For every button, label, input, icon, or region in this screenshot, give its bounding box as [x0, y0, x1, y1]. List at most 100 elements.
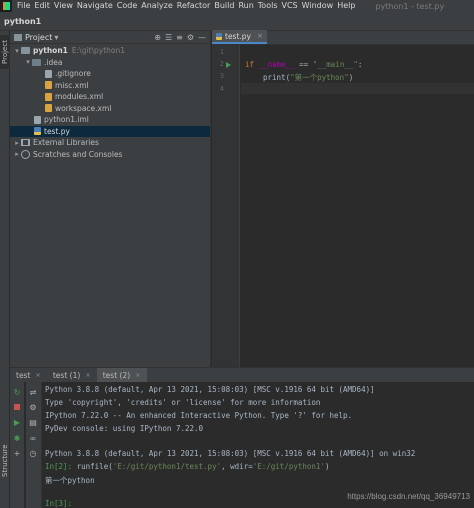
console-string: 'E:/git/python1/test.py' [112, 462, 222, 471]
xml-file-icon [45, 92, 52, 101]
menu-vcs[interactable]: VCS [280, 0, 300, 12]
tree-item-label: misc.xml [55, 80, 89, 90]
console-line: Python 3.8.8 (default, Apr 13 2021, 15:0… [45, 449, 416, 458]
console-code: , wdir= [221, 462, 253, 471]
project-tool-tab[interactable]: Project [0, 35, 10, 69]
console-tab-test-1[interactable]: test (1) × [47, 368, 97, 383]
tree-item-label: python1 [33, 46, 68, 56]
tree-item-modules-xml[interactable]: modules.xml [10, 91, 210, 103]
code-punct: ) [348, 73, 354, 82]
tree-item-label: workspace.xml [55, 103, 112, 113]
project-view-selector[interactable]: Project [25, 33, 52, 42]
locate-file-icon[interactable]: ⊕ [154, 33, 161, 42]
code-editor: test.py × 1 2 3 4 if __name__ == "__main… [212, 30, 474, 367]
run-gutter-icon[interactable] [226, 62, 231, 68]
project-tree: ▾ python1 E:\git\python1 ▾ .idea .gitign… [10, 44, 210, 160]
console-code: ) [324, 462, 330, 471]
code-keyword: if [245, 60, 255, 69]
tree-item-scratches[interactable]: ▸ Scratches and Consoles [10, 149, 210, 161]
line-number: 1 [219, 48, 224, 56]
menu-build[interactable]: Build [212, 0, 236, 12]
console-code: runfile( [72, 462, 113, 471]
code-punct: : [357, 60, 363, 69]
pycharm-logo-icon [0, 0, 12, 12]
chevron-down-icon[interactable]: ▾ [24, 58, 32, 66]
console-tab-test-2[interactable]: test (2) × [96, 367, 147, 383]
menu-view[interactable]: View [52, 0, 75, 12]
tree-item-label: .idea [44, 57, 63, 67]
close-icon[interactable]: × [85, 371, 90, 379]
tree-item-label: modules.xml [55, 92, 104, 102]
chevron-down-icon[interactable]: ▾ [13, 47, 21, 55]
left-tool-strip: Project Structure [0, 31, 10, 508]
tree-item-test-py[interactable]: test.py [10, 125, 210, 137]
line-number: 3 [219, 72, 224, 80]
scratches-icon [21, 149, 30, 159]
tree-item-label: Scratches and Consoles [33, 149, 123, 159]
rerun-icon[interactable]: ↻ [13, 388, 21, 397]
console-tab-test[interactable]: test × [10, 368, 47, 383]
execute-icon[interactable]: ▶ [13, 418, 21, 427]
tree-item-python1[interactable]: ▾ python1 E:\git\python1 [10, 45, 210, 57]
gear-icon[interactable]: ⚙ [187, 33, 194, 42]
navigation-bar: python1 [0, 12, 474, 31]
menu-analyze[interactable]: Analyze [139, 0, 175, 12]
tree-item-external-libraries[interactable]: ▸ External Libraries [10, 137, 210, 149]
editor-tab-label: test.py [225, 31, 251, 41]
console-tab-bar: test × test (1) × test (2) × [10, 367, 474, 383]
console-line: Python 3.8.8 (default, Apr 13 2021, 15:0… [45, 385, 375, 394]
editor-tab-test-py[interactable]: test.py × [212, 30, 267, 44]
tree-item-label: test.py [44, 126, 70, 136]
collapse-all-icon[interactable]: ≡ [176, 33, 183, 42]
soft-wrap-icon[interactable]: ⇌ [29, 388, 37, 397]
project-view-icon [14, 33, 22, 41]
menu-help[interactable]: Help [335, 0, 357, 12]
watch-icon[interactable]: ∞ [29, 434, 37, 443]
menu-code[interactable]: Code [115, 0, 139, 12]
menu-window[interactable]: Window [300, 0, 336, 12]
tree-item-idea[interactable]: ▾ .idea [10, 57, 210, 69]
code-function: print [263, 73, 286, 82]
menu-edit[interactable]: Edit [32, 0, 52, 12]
folder-icon [32, 58, 41, 66]
tree-item-label: python1.iml [44, 115, 89, 125]
code-line-2: if __name__ == "__main__": [245, 60, 362, 69]
editor-gutter: 1 2 3 4 [212, 45, 240, 367]
tree-item-gitignore[interactable]: .gitignore [10, 68, 210, 80]
structure-tool-tab[interactable]: Structure [0, 441, 10, 481]
variables-icon[interactable]: ▤ [29, 418, 37, 427]
menu-file[interactable]: File [15, 0, 32, 12]
close-icon[interactable]: × [135, 371, 140, 379]
console-toolbar-primary: ↻ ▶ ✱ + [10, 382, 24, 508]
settings-icon[interactable]: ⚙ [29, 403, 37, 412]
iml-file-icon [34, 115, 41, 124]
history-icon[interactable]: ◷ [29, 449, 37, 458]
debug-icon[interactable]: ✱ [13, 434, 21, 443]
editor-tab-bar: test.py × [212, 30, 474, 45]
menu-run[interactable]: Run [236, 0, 255, 12]
console-string: 'E:/git/python1' [252, 462, 325, 471]
line-number: 4 [219, 85, 224, 93]
expand-all-icon[interactable]: ☰ [165, 33, 172, 42]
close-icon[interactable]: × [35, 371, 40, 379]
gitignore-file-icon [45, 69, 52, 78]
chevron-down-icon[interactable]: ▾ [54, 33, 58, 42]
menu-tools[interactable]: Tools [256, 0, 280, 12]
menu-refactor[interactable]: Refactor [175, 0, 213, 12]
tree-item-misc-xml[interactable]: misc.xml [10, 80, 210, 92]
python-console[interactable]: Python 3.8.8 (default, Apr 13 2021, 15:0… [42, 382, 474, 508]
close-icon[interactable]: × [257, 32, 263, 40]
stop-icon[interactable] [13, 403, 21, 411]
tree-item-workspace-xml[interactable]: workspace.xml [10, 103, 210, 115]
menu-navigate[interactable]: Navigate [75, 0, 115, 12]
breadcrumb-project[interactable]: python1 [4, 17, 41, 26]
tree-item-python1-iml[interactable]: python1.iml [10, 114, 210, 126]
chevron-right-icon[interactable]: ▸ [13, 150, 21, 158]
add-icon[interactable]: + [13, 449, 21, 458]
hide-panel-icon[interactable]: — [198, 33, 206, 42]
code-identifier: __name__ [258, 60, 295, 69]
window-title: python1 - test.py [375, 1, 445, 11]
watermark: https://blog.csdn.net/qq_36949713 [347, 492, 470, 501]
code-string: "第一个python" [290, 73, 349, 82]
chevron-right-icon[interactable]: ▸ [13, 139, 21, 147]
